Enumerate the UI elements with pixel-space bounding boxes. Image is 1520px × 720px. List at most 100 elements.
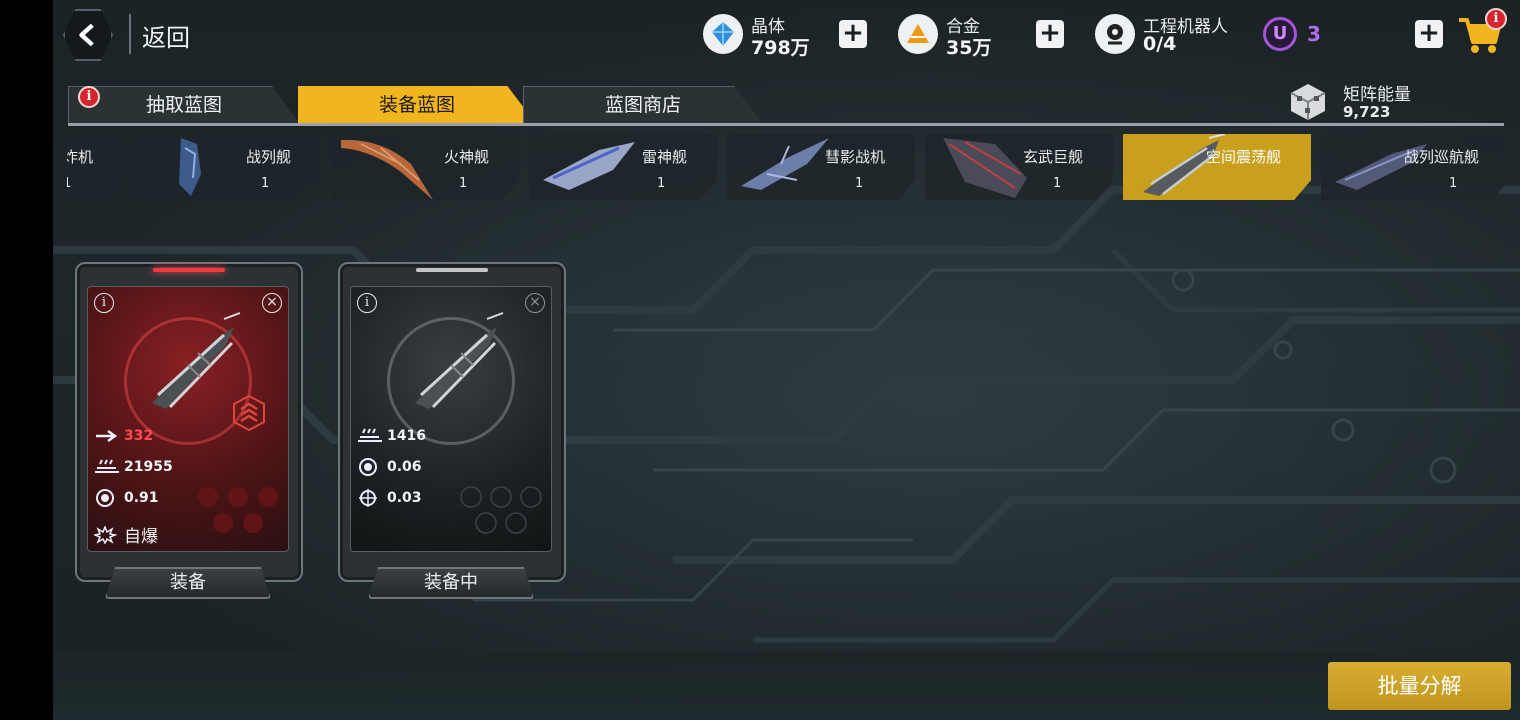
vulcan-ship-icon <box>341 139 433 200</box>
blueprint-card[interactable]: i × 332 21955 0.91 自爆 装备 <box>75 262 303 600</box>
ship-item[interactable]: 玄武巨舰 1 <box>925 134 1113 200</box>
hex-pattern <box>198 487 278 533</box>
rank-chevron-icon <box>233 395 265 431</box>
back-label[interactable]: 返回 <box>142 18 190 53</box>
ship-name: 空间震荡舰 <box>1205 148 1281 166</box>
ship-count: 1 <box>67 176 72 191</box>
tab-equip-blueprint[interactable]: 装备蓝图 <box>298 86 536 124</box>
resource-value: 0/4 <box>1143 33 1177 55</box>
ship-type-list: 炸机 1 战列舰 1 火神舰 1 雷神舰 1 彗影战机 1 玄武巨舰 1 空间震… <box>67 134 1505 200</box>
divider <box>129 14 131 54</box>
game-stage: 返回 晶体 798万 + 合金 35万 + 工程机器人 0/4 U 3 + i … <box>53 0 1520 720</box>
add-u-button[interactable]: + <box>1415 20 1443 48</box>
stat-row: 0.06 <box>357 458 422 478</box>
ship-name: 玄武巨舰 <box>1022 148 1083 166</box>
batch-decompose-button[interactable]: 批量分解 <box>1328 662 1511 710</box>
space-oscillation-ship-icon <box>1143 134 1226 196</box>
card-body: i × 1416 0.06 0.03 <box>350 286 552 552</box>
equip-button[interactable]: 装备 <box>105 567 271 599</box>
card-indicator-light <box>416 268 488 272</box>
tab-label: 蓝图商店 <box>604 94 681 116</box>
hull-icon <box>95 459 119 473</box>
matrix-energy-label: 矩阵能量 <box>1343 85 1411 105</box>
tab-draw-blueprint[interactable]: 抽取蓝图 <box>68 86 300 124</box>
ship-count: 1 <box>459 176 468 191</box>
close-icon[interactable]: × <box>525 293 545 313</box>
blueprint-card[interactable]: i × 1416 0.06 0.03 装备中 <box>338 262 566 600</box>
equipped-button[interactable]: 装备中 <box>368 567 534 599</box>
shield-icon <box>359 458 377 476</box>
ship-item-selected[interactable]: 空间震荡舰 <box>1123 134 1311 200</box>
cart-alert-icon: i <box>1485 8 1507 30</box>
battleship-icon <box>179 138 201 196</box>
ship-count: 1 <box>657 176 666 191</box>
ship-count: 1 <box>855 176 864 191</box>
ship-item[interactable]: 彗影战机 1 <box>727 134 915 200</box>
crystal-icon <box>703 14 743 54</box>
arrow-icon <box>96 429 118 443</box>
add-alloy-button[interactable]: + <box>1036 20 1064 48</box>
comet-fighter-icon <box>741 138 829 190</box>
thor-ship-icon <box>543 142 635 190</box>
bottom-band <box>53 652 1520 720</box>
ship-item[interactable]: 战列舰 1 <box>133 134 321 200</box>
tab-blueprint-shop[interactable]: 蓝图商店 <box>523 86 763 124</box>
tab-alert-icon: i <box>78 86 100 108</box>
u-currency-icon: U <box>1263 17 1297 51</box>
robot-icon <box>1095 14 1135 54</box>
ship-count: 1 <box>261 176 270 191</box>
ship-name: 彗影战机 <box>824 148 885 166</box>
resource-value: 35万 <box>946 37 992 59</box>
xuanwu-ship-icon <box>943 138 1027 198</box>
ship-count: 1 <box>1053 176 1062 191</box>
close-icon[interactable]: × <box>262 293 282 313</box>
stat-value: 0.91 <box>124 490 159 506</box>
stat-row: 自爆 <box>94 522 158 547</box>
stat-row: 1416 <box>357 427 426 447</box>
ship-name: 火神舰 <box>443 148 489 166</box>
stat-row: 0.03 <box>357 489 422 509</box>
add-crystal-button[interactable]: + <box>839 20 867 48</box>
shield-icon <box>96 489 114 507</box>
battle-cruiser-icon <box>1335 144 1427 190</box>
resource-value: 798万 <box>751 37 810 59</box>
ship-item[interactable]: 炸机 1 <box>67 134 123 200</box>
ship-item[interactable]: 战列巡航舰 1 <box>1321 134 1505 200</box>
info-icon[interactable]: i <box>357 293 377 313</box>
chevron-left-icon <box>79 23 94 47</box>
top-bar: 返回 晶体 798万 + 合金 35万 + 工程机器人 0/4 U 3 + i <box>53 0 1520 70</box>
tabs-underline <box>68 123 1504 126</box>
space-oscillation-ship-icon <box>415 312 504 409</box>
ship-name: 炸机 <box>67 148 93 166</box>
ship-count: 1 <box>1449 176 1458 191</box>
ship-name: 雷神舰 <box>641 148 687 166</box>
back-button[interactable] <box>63 9 113 61</box>
stat-value: 21955 <box>124 459 173 475</box>
stat-value: 1416 <box>387 428 426 444</box>
hex-pattern <box>460 486 542 534</box>
stat-row: 332 <box>94 427 153 447</box>
ship-name: 战列舰 <box>245 148 291 166</box>
matrix-cube-icon <box>1290 84 1326 120</box>
stat-row: 0.91 <box>94 489 159 509</box>
stat-value: 自爆 <box>124 527 158 547</box>
tab-label: 装备蓝图 <box>378 94 455 116</box>
ship-item[interactable]: 雷神舰 1 <box>529 134 717 200</box>
ship-item[interactable]: 火神舰 1 <box>331 134 519 200</box>
stat-value: 0.06 <box>387 459 422 475</box>
ship-name: 战列巡航舰 <box>1403 148 1479 166</box>
tab-label: 抽取蓝图 <box>145 94 222 116</box>
stat-value: 0.03 <box>387 490 422 506</box>
alloy-icon <box>898 14 938 54</box>
u-currency-count: 3 <box>1307 22 1321 46</box>
matrix-energy-value: 9,723 <box>1343 103 1391 121</box>
space-oscillation-ship-icon <box>152 312 241 409</box>
explode-icon <box>94 525 118 544</box>
crosshair-icon <box>359 489 377 507</box>
shop-cart-button[interactable]: i <box>1455 8 1507 58</box>
hull-icon <box>358 428 382 442</box>
info-icon[interactable]: i <box>94 293 114 313</box>
card-indicator-light <box>153 268 225 272</box>
card-body: i × 332 21955 0.91 自爆 <box>87 286 289 552</box>
stat-row: 21955 <box>94 458 173 478</box>
